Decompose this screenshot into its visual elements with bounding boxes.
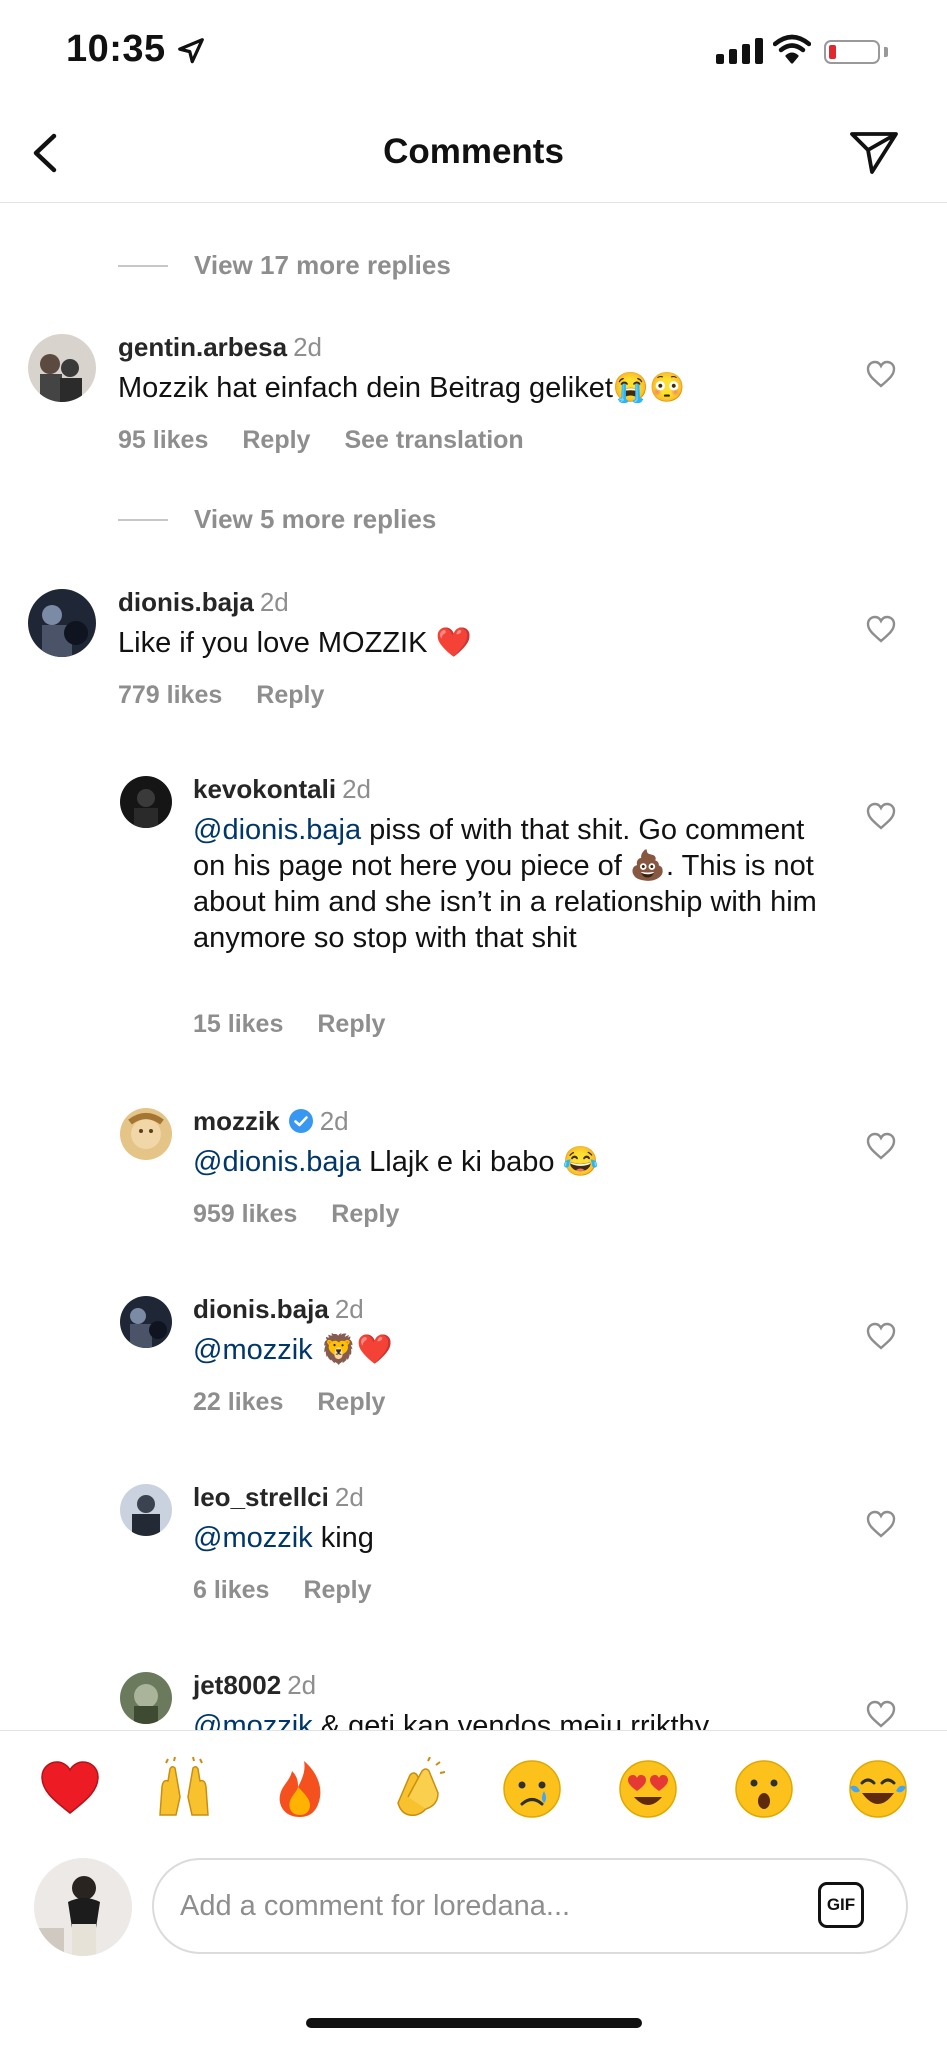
comment-text: Like if you love MOZZIK ❤️: [118, 625, 818, 661]
gif-button[interactable]: GIF: [818, 1882, 864, 1928]
mention-link[interactable]: @mozzik: [193, 1710, 313, 1730]
page-title: Comments: [383, 132, 564, 171]
avatar[interactable]: [28, 589, 96, 657]
comment-text-content: Mozzik hat einfach dein Beitrag geliket😭…: [118, 372, 686, 404]
view-more-replies-label: View 5 more replies: [194, 504, 437, 534]
reply-button[interactable]: Reply: [317, 1010, 385, 1038]
comment-time: 2d: [293, 332, 322, 362]
mention-link[interactable]: @mozzik: [193, 1522, 313, 1554]
home-indicator: [306, 2018, 642, 2028]
avatar[interactable]: [120, 1108, 172, 1160]
comment-text-content: Like if you love MOZZIK ❤️: [118, 627, 472, 659]
comment-time: 2d: [334, 1294, 364, 1324]
comment-text-content: & geti kan vendos meju rrikthy: [312, 1710, 710, 1730]
comment-text: Mozzik hat einfach dein Beitrag geliket😭…: [118, 370, 818, 406]
user-avatar[interactable]: [34, 1858, 132, 1956]
likes-count[interactable]: 95 likes: [118, 426, 208, 454]
comment-clip: jet8002 2d @mozzik & geti kan vendos meju…: [0, 1650, 947, 1730]
emoji-fire[interactable]: [268, 1757, 332, 1821]
reply-button[interactable]: Reply: [256, 681, 324, 709]
view-more-replies-label: View 17 more replies: [194, 250, 451, 280]
comment-text: @dionis.baja Llajk e ki babo 😂: [193, 1144, 833, 1180]
likes-count[interactable]: 15 likes: [193, 1010, 283, 1038]
comment-composer: GIF: [0, 1850, 947, 1990]
comment-username[interactable]: mozzik: [193, 1106, 280, 1136]
comment-text: @dionis.baja piss of with that shit. Go …: [193, 812, 833, 956]
comment-time: 2d: [287, 1670, 317, 1700]
comment-username[interactable]: dionis.baja: [193, 1294, 329, 1324]
like-heart-icon[interactable]: [866, 360, 896, 388]
comment-username[interactable]: leo_strellci: [193, 1482, 329, 1512]
comment-input[interactable]: [152, 1858, 908, 1954]
comment-text: @mozzik & geti kan vendos meju rrikthy: [193, 1708, 833, 1730]
comment-time: 2d: [342, 774, 371, 804]
see-translation-button[interactable]: See translation: [344, 426, 523, 454]
battery-icon: [824, 40, 880, 64]
emoji-surprised-face[interactable]: [732, 1757, 796, 1821]
likes-count[interactable]: 6 likes: [193, 1576, 269, 1604]
comment-time: 2d: [334, 1482, 364, 1512]
reply-button[interactable]: Reply: [317, 1388, 385, 1416]
status-time: 10:35: [66, 28, 166, 70]
comment-text: @mozzik 🦁❤️: [193, 1332, 833, 1368]
reply-button[interactable]: Reply: [242, 426, 310, 454]
comment-text-content: 🦁❤️: [312, 1334, 393, 1366]
comment-text-content: Llajk e ki babo 😂: [361, 1146, 599, 1178]
like-heart-icon[interactable]: [866, 615, 896, 643]
emoji-tears-of-joy[interactable]: [846, 1757, 910, 1821]
comment-username[interactable]: kevokontali: [193, 774, 336, 804]
likes-count[interactable]: 959 likes: [193, 1200, 297, 1228]
reply-button[interactable]: Reply: [303, 1576, 371, 1604]
like-heart-icon[interactable]: [866, 1700, 896, 1728]
likes-count[interactable]: 779 likes: [118, 681, 222, 709]
mention-link[interactable]: @dionis.baja: [193, 814, 361, 846]
comment-text: @mozzik king: [193, 1520, 833, 1556]
emoji-clapping-hands[interactable]: [384, 1757, 448, 1821]
divider-line: [118, 264, 168, 267]
comment-username[interactable]: dionis.baja: [118, 587, 254, 617]
location-arrow-icon: [178, 38, 204, 64]
reply-button[interactable]: Reply: [331, 1200, 399, 1228]
view-more-replies-button[interactable]: View 5 more replies: [118, 504, 436, 535]
mention-link[interactable]: @dionis.baja: [193, 1146, 361, 1178]
like-heart-icon[interactable]: [866, 802, 896, 830]
comment-username[interactable]: gentin.arbesa: [118, 332, 287, 362]
avatar[interactable]: [120, 776, 172, 828]
emoji-crying-face[interactable]: [500, 1757, 564, 1821]
comment-time: 2d: [319, 1106, 349, 1136]
emoji-raising-hands[interactable]: [152, 1757, 216, 1821]
wifi-icon: [773, 34, 811, 64]
likes-count[interactable]: 22 likes: [193, 1388, 283, 1416]
comment-username[interactable]: jet8002: [193, 1670, 281, 1700]
comment-time: 2d: [259, 587, 289, 617]
mention-link[interactable]: @mozzik: [193, 1334, 313, 1366]
cellular-signal-icon: [716, 38, 763, 64]
battery-tip: [884, 47, 888, 57]
comment-text-content: king: [312, 1522, 374, 1554]
avatar[interactable]: [120, 1672, 172, 1724]
like-heart-icon[interactable]: [866, 1510, 896, 1538]
send-direct-icon[interactable]: [848, 126, 900, 178]
status-bar: 10:35: [0, 0, 947, 100]
emoji-heart-eyes[interactable]: [616, 1757, 680, 1821]
verified-badge-icon: [288, 1109, 313, 1133]
like-heart-icon[interactable]: [866, 1132, 896, 1160]
emoji-quick-bar: [0, 1730, 947, 1851]
avatar[interactable]: [28, 334, 96, 402]
view-more-replies-button[interactable]: View 17 more replies: [118, 250, 451, 281]
avatar[interactable]: [120, 1296, 172, 1348]
avatar[interactable]: [120, 1484, 172, 1536]
divider-line: [118, 518, 168, 521]
header: Comments: [0, 100, 947, 203]
like-heart-icon[interactable]: [866, 1322, 896, 1350]
emoji-red-heart[interactable]: [38, 1757, 102, 1821]
